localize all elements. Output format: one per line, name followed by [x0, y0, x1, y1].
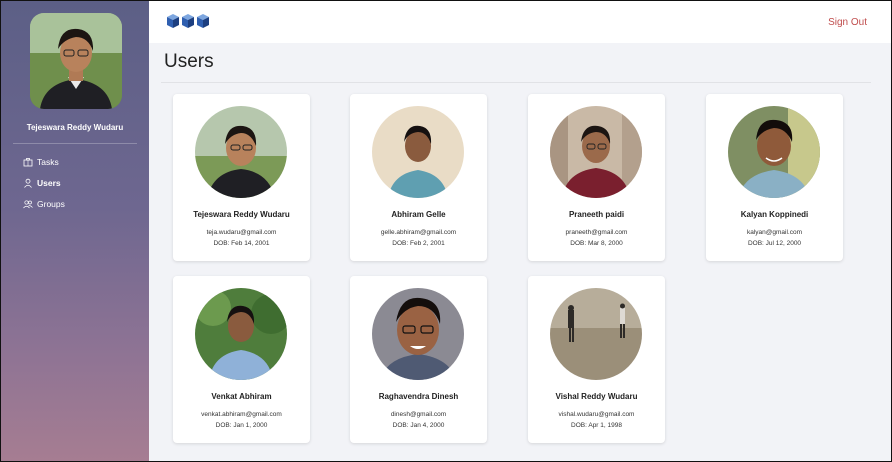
app-logo[interactable] [165, 11, 211, 38]
user-icon [24, 178, 32, 188]
user-card[interactable]: Venkat Abhiram venkat.abhiram@gmail.com … [173, 276, 310, 443]
user-photo [372, 106, 464, 198]
user-photo [550, 288, 642, 380]
sidebar-item-tasks[interactable]: Tasks [23, 157, 59, 167]
user-name: Venkat Abhiram [211, 392, 272, 401]
user-name: Abhiram Gelle [391, 210, 446, 219]
user-name: Tejeswara Reddy Wudaru [193, 210, 290, 219]
user-email: venkat.abhiram@gmail.com [201, 411, 282, 418]
user-email: kalyan@gmail.com [746, 229, 802, 236]
user-card[interactable]: Kalyan Koppinedi kalyan@gmail.com DOB: J… [706, 94, 843, 261]
sidebar-item-users[interactable]: Users [23, 178, 61, 188]
user-photo [195, 288, 287, 380]
sign-out-link[interactable]: Sign Out [828, 17, 867, 28]
user-dob: DOB: Jan 1, 2000 [215, 422, 268, 429]
user-photo [728, 106, 820, 198]
user-dob: DOB: Feb 14, 2001 [213, 240, 270, 247]
user-dob: DOB: Mar 8, 2000 [570, 240, 623, 247]
page-title: Users [164, 51, 214, 72]
user-dob: DOB: Jan 4, 2000 [392, 422, 445, 429]
user-email: gelle.abhiram@gmail.com [380, 229, 457, 236]
user-card[interactable]: Vishal Reddy Wudaru vishal.wudaru@gmail.… [528, 276, 665, 443]
avatar[interactable] [30, 13, 122, 109]
user-name: Raghavendra Dinesh [378, 392, 459, 401]
user-email: vishal.wudaru@gmail.com [558, 411, 635, 418]
user-name: Praneeth paidi [568, 210, 625, 219]
sidebar: Tejeswara Reddy Wudaru Tasks Users Group… [1, 1, 149, 461]
user-email: praneeth@gmail.com [565, 229, 628, 236]
user-card[interactable]: Praneeth paidi praneeth@gmail.com DOB: M… [528, 94, 665, 261]
user-email: teja.wudaru@gmail.com [206, 229, 277, 236]
sidebar-divider [13, 143, 137, 144]
briefcase-icon [23, 158, 33, 167]
user-name: Vishal Reddy Wudaru [555, 392, 638, 401]
user-photo [550, 106, 642, 198]
sidebar-item-label: Groups [37, 199, 65, 209]
app-window: Tejeswara Reddy Wudaru Tasks Users Group… [0, 0, 892, 462]
cube-logo-icon [167, 14, 209, 28]
title-divider [161, 82, 871, 83]
user-dob: DOB: Apr 1, 1998 [571, 422, 622, 429]
users-icon [23, 200, 33, 209]
sidebar-username: Tejeswara Reddy Wudaru [26, 123, 124, 132]
sidebar-item-label: Tasks [37, 157, 59, 167]
sidebar-item-label: Users [37, 178, 61, 188]
user-card[interactable]: Abhiram Gelle gelle.abhiram@gmail.com DO… [350, 94, 487, 261]
user-email: dinesh@gmail.com [390, 411, 447, 418]
sidebar-item-groups[interactable]: Groups [23, 199, 65, 209]
user-dob: DOB: Feb 2, 2001 [392, 240, 445, 247]
user-photo [195, 106, 287, 198]
top-header: Sign Out [149, 1, 891, 43]
user-photo [372, 288, 464, 380]
user-dob: DOB: Jul 12, 2000 [747, 240, 802, 247]
user-card[interactable]: Raghavendra Dinesh dinesh@gmail.com DOB:… [350, 276, 487, 443]
user-name: Kalyan Koppinedi [740, 210, 809, 219]
user-card[interactable]: Tejeswara Reddy Wudaru teja.wudaru@gmail… [173, 94, 310, 261]
